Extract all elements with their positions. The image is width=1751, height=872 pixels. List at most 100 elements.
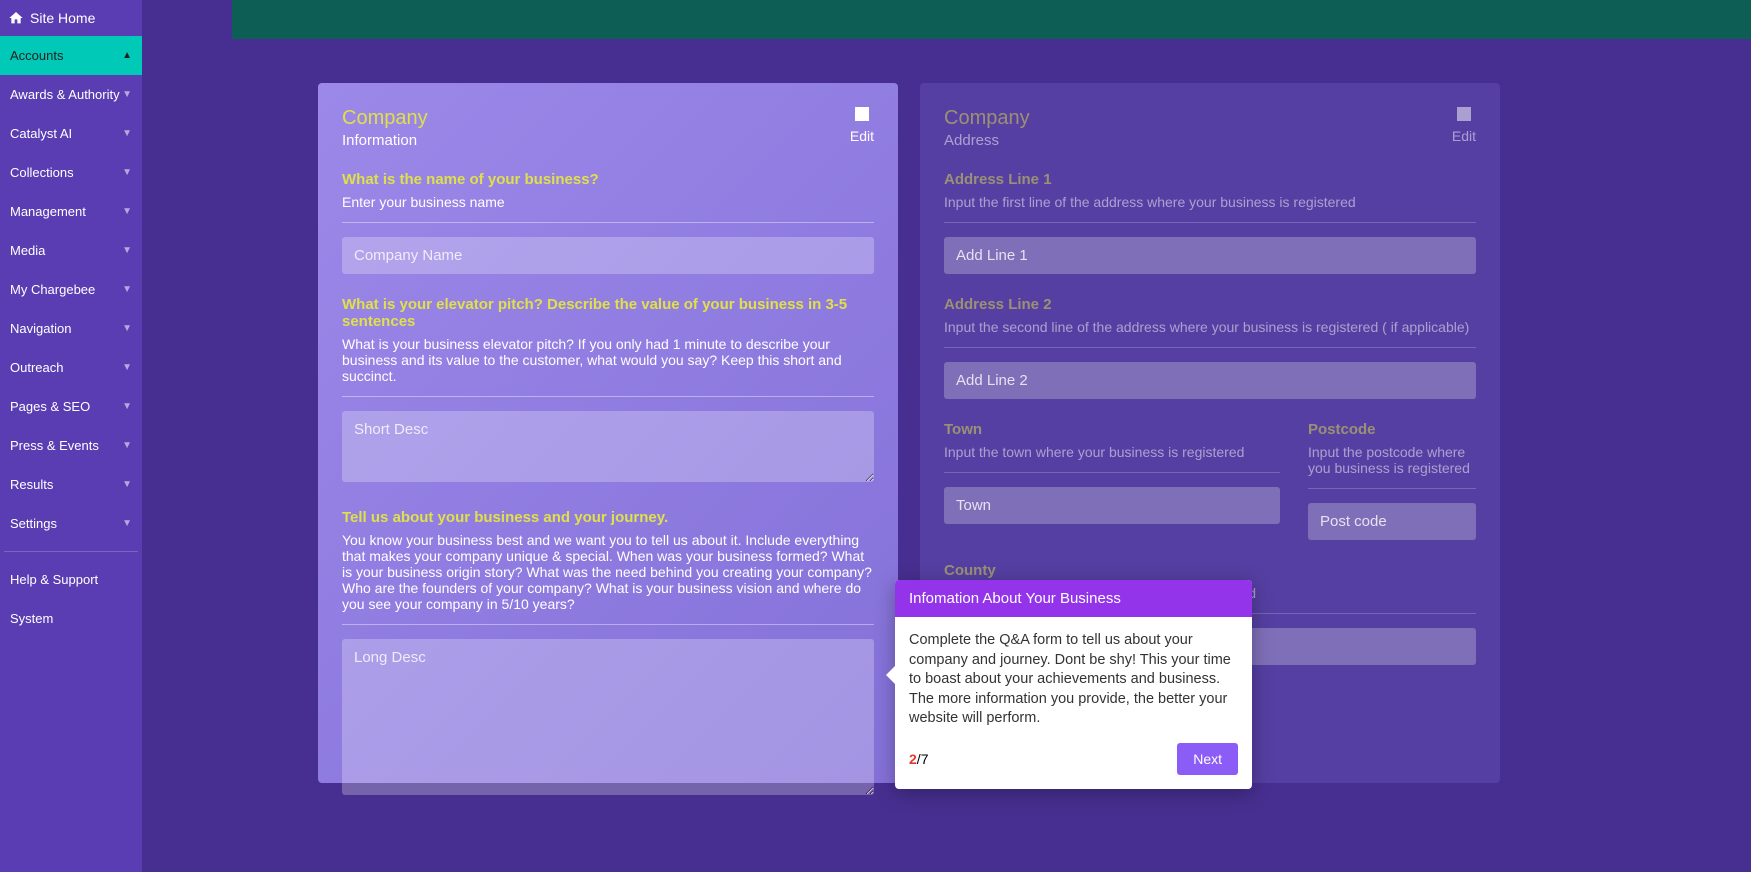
- chevron-down-icon: ▼: [122, 479, 132, 490]
- field-label: Address Line 2: [944, 296, 1476, 313]
- field-row-town-postcode: Town Input the town where your business …: [944, 399, 1476, 540]
- tooltip-step-counter: 2/7: [909, 751, 928, 767]
- field-postcode: Postcode Input the postcode where you bu…: [1308, 421, 1476, 540]
- chevron-down-icon: ▼: [122, 401, 132, 412]
- step-total: 7: [921, 751, 929, 767]
- sidebar-item-label: Press & Events: [10, 438, 99, 453]
- sidebar-item-label: Collections: [10, 165, 74, 180]
- town-input[interactable]: [944, 487, 1280, 524]
- edit-icon: [855, 107, 869, 121]
- panel-subtitle: Address: [944, 132, 1030, 149]
- sidebar-item-awards[interactable]: Awards & Authority ▼: [0, 75, 142, 114]
- sidebar-item-settings[interactable]: Settings ▼: [0, 504, 142, 543]
- sidebar-item-label: Settings: [10, 516, 57, 531]
- edit-button[interactable]: Edit: [850, 107, 874, 144]
- step-current: 2: [909, 751, 917, 767]
- sidebar-item-accounts[interactable]: Accounts ▲: [0, 36, 142, 75]
- sidebar-item-collections[interactable]: Collections ▼: [0, 153, 142, 192]
- top-banner: [232, 0, 1751, 39]
- panel-header: Company Information Edit: [342, 107, 874, 149]
- field-help: Input the town where your business is re…: [944, 444, 1280, 473]
- field-help: You know your business best and we want …: [342, 532, 874, 625]
- sidebar-item-pages-seo[interactable]: Pages & SEO ▼: [0, 387, 142, 426]
- business-name-input[interactable]: [342, 237, 874, 274]
- chevron-down-icon: ▼: [122, 89, 132, 100]
- sidebar-item-label: Management: [10, 204, 86, 219]
- field-help: Input the first line of the address wher…: [944, 194, 1476, 223]
- edit-label: Edit: [1452, 128, 1476, 144]
- tooltip-body: Complete the Q&A form to tell us about y…: [895, 617, 1252, 743]
- sidebar-item-help[interactable]: Help & Support: [0, 560, 142, 599]
- field-help: Input the second line of the address whe…: [944, 319, 1476, 348]
- chevron-down-icon: ▼: [122, 362, 132, 373]
- edit-icon: [1457, 107, 1471, 121]
- field-help: What is your business elevator pitch? If…: [342, 336, 874, 397]
- sidebar-item-system[interactable]: System: [0, 599, 142, 638]
- next-button[interactable]: Next: [1177, 743, 1238, 775]
- sidebar-item-media[interactable]: Media ▼: [0, 231, 142, 270]
- chevron-down-icon: ▼: [122, 245, 132, 256]
- chevron-down-icon: ▼: [122, 167, 132, 178]
- short-desc-input[interactable]: [342, 411, 874, 482]
- field-label: Tell us about your business and your jou…: [342, 509, 874, 526]
- field-elevator-pitch: What is your elevator pitch? Describe th…: [342, 296, 874, 487]
- sidebar-item-label: Results: [10, 477, 53, 492]
- sidebar-item-label: Awards & Authority: [10, 87, 120, 102]
- sidebar-item-label: Help & Support: [10, 572, 98, 587]
- sidebar-item-management[interactable]: Management ▼: [0, 192, 142, 231]
- field-town: Town Input the town where your business …: [944, 421, 1280, 524]
- field-help: Input the postcode where you business is…: [1308, 444, 1476, 489]
- sidebar-item-label: System: [10, 611, 53, 626]
- chevron-down-icon: ▼: [122, 128, 132, 139]
- sidebar-item-label: Catalyst AI: [10, 126, 72, 141]
- sidebar: Site Home Accounts ▲ Awards & Authority …: [0, 0, 142, 872]
- onboarding-tooltip: Infomation About Your Business Complete …: [895, 580, 1252, 789]
- sidebar-item-label: Navigation: [10, 321, 71, 336]
- chevron-down-icon: ▼: [122, 323, 132, 334]
- tooltip-footer: 2/7 Next: [895, 743, 1252, 789]
- panel-title: Company: [944, 107, 1030, 130]
- site-home-link[interactable]: Site Home: [0, 0, 142, 36]
- field-label: Town: [944, 421, 1280, 438]
- sidebar-item-navigation[interactable]: Navigation ▼: [0, 309, 142, 348]
- long-desc-input[interactable]: [342, 639, 874, 795]
- sidebar-item-label: Accounts: [10, 48, 63, 63]
- panel-header: Company Address Edit: [944, 107, 1476, 149]
- sidebar-item-press-events[interactable]: Press & Events ▼: [0, 426, 142, 465]
- sidebar-divider: [4, 551, 138, 552]
- field-business-journey: Tell us about your business and your jou…: [342, 509, 874, 800]
- field-address-2: Address Line 2 Input the second line of …: [944, 296, 1476, 399]
- postcode-input[interactable]: [1308, 503, 1476, 540]
- chevron-down-icon: ▼: [122, 440, 132, 451]
- sidebar-item-outreach[interactable]: Outreach ▼: [0, 348, 142, 387]
- field-address-1: Address Line 1 Input the first line of t…: [944, 171, 1476, 274]
- site-home-label: Site Home: [30, 10, 95, 26]
- chevron-down-icon: ▼: [122, 518, 132, 529]
- chevron-down-icon: ▼: [122, 206, 132, 217]
- sidebar-item-label: Media: [10, 243, 45, 258]
- panel-subtitle: Information: [342, 132, 428, 149]
- chevron-down-icon: ▼: [122, 284, 132, 295]
- tooltip-title: Infomation About Your Business: [895, 580, 1252, 617]
- address-line-2-input[interactable]: [944, 362, 1476, 399]
- field-label: Address Line 1: [944, 171, 1476, 188]
- field-label: What is the name of your business?: [342, 171, 874, 188]
- home-icon: [8, 10, 24, 26]
- panel-title: Company: [342, 107, 428, 130]
- company-info-panel: Company Information Edit What is the nam…: [318, 83, 898, 783]
- field-business-name: What is the name of your business? Enter…: [342, 171, 874, 274]
- edit-button[interactable]: Edit: [1452, 107, 1476, 144]
- chevron-up-icon: ▲: [122, 50, 132, 61]
- address-line-1-input[interactable]: [944, 237, 1476, 274]
- edit-label: Edit: [850, 128, 874, 144]
- sidebar-item-catalyst[interactable]: Catalyst AI ▼: [0, 114, 142, 153]
- field-label: What is your elevator pitch? Describe th…: [342, 296, 874, 330]
- tooltip-arrow-icon: [886, 666, 895, 684]
- field-label: County: [944, 562, 1476, 579]
- sidebar-item-label: Outreach: [10, 360, 63, 375]
- sidebar-item-chargebee[interactable]: My Chargebee ▼: [0, 270, 142, 309]
- sidebar-item-results[interactable]: Results ▼: [0, 465, 142, 504]
- sidebar-item-label: My Chargebee: [10, 282, 95, 297]
- sidebar-item-label: Pages & SEO: [10, 399, 90, 414]
- field-label: Postcode: [1308, 421, 1476, 438]
